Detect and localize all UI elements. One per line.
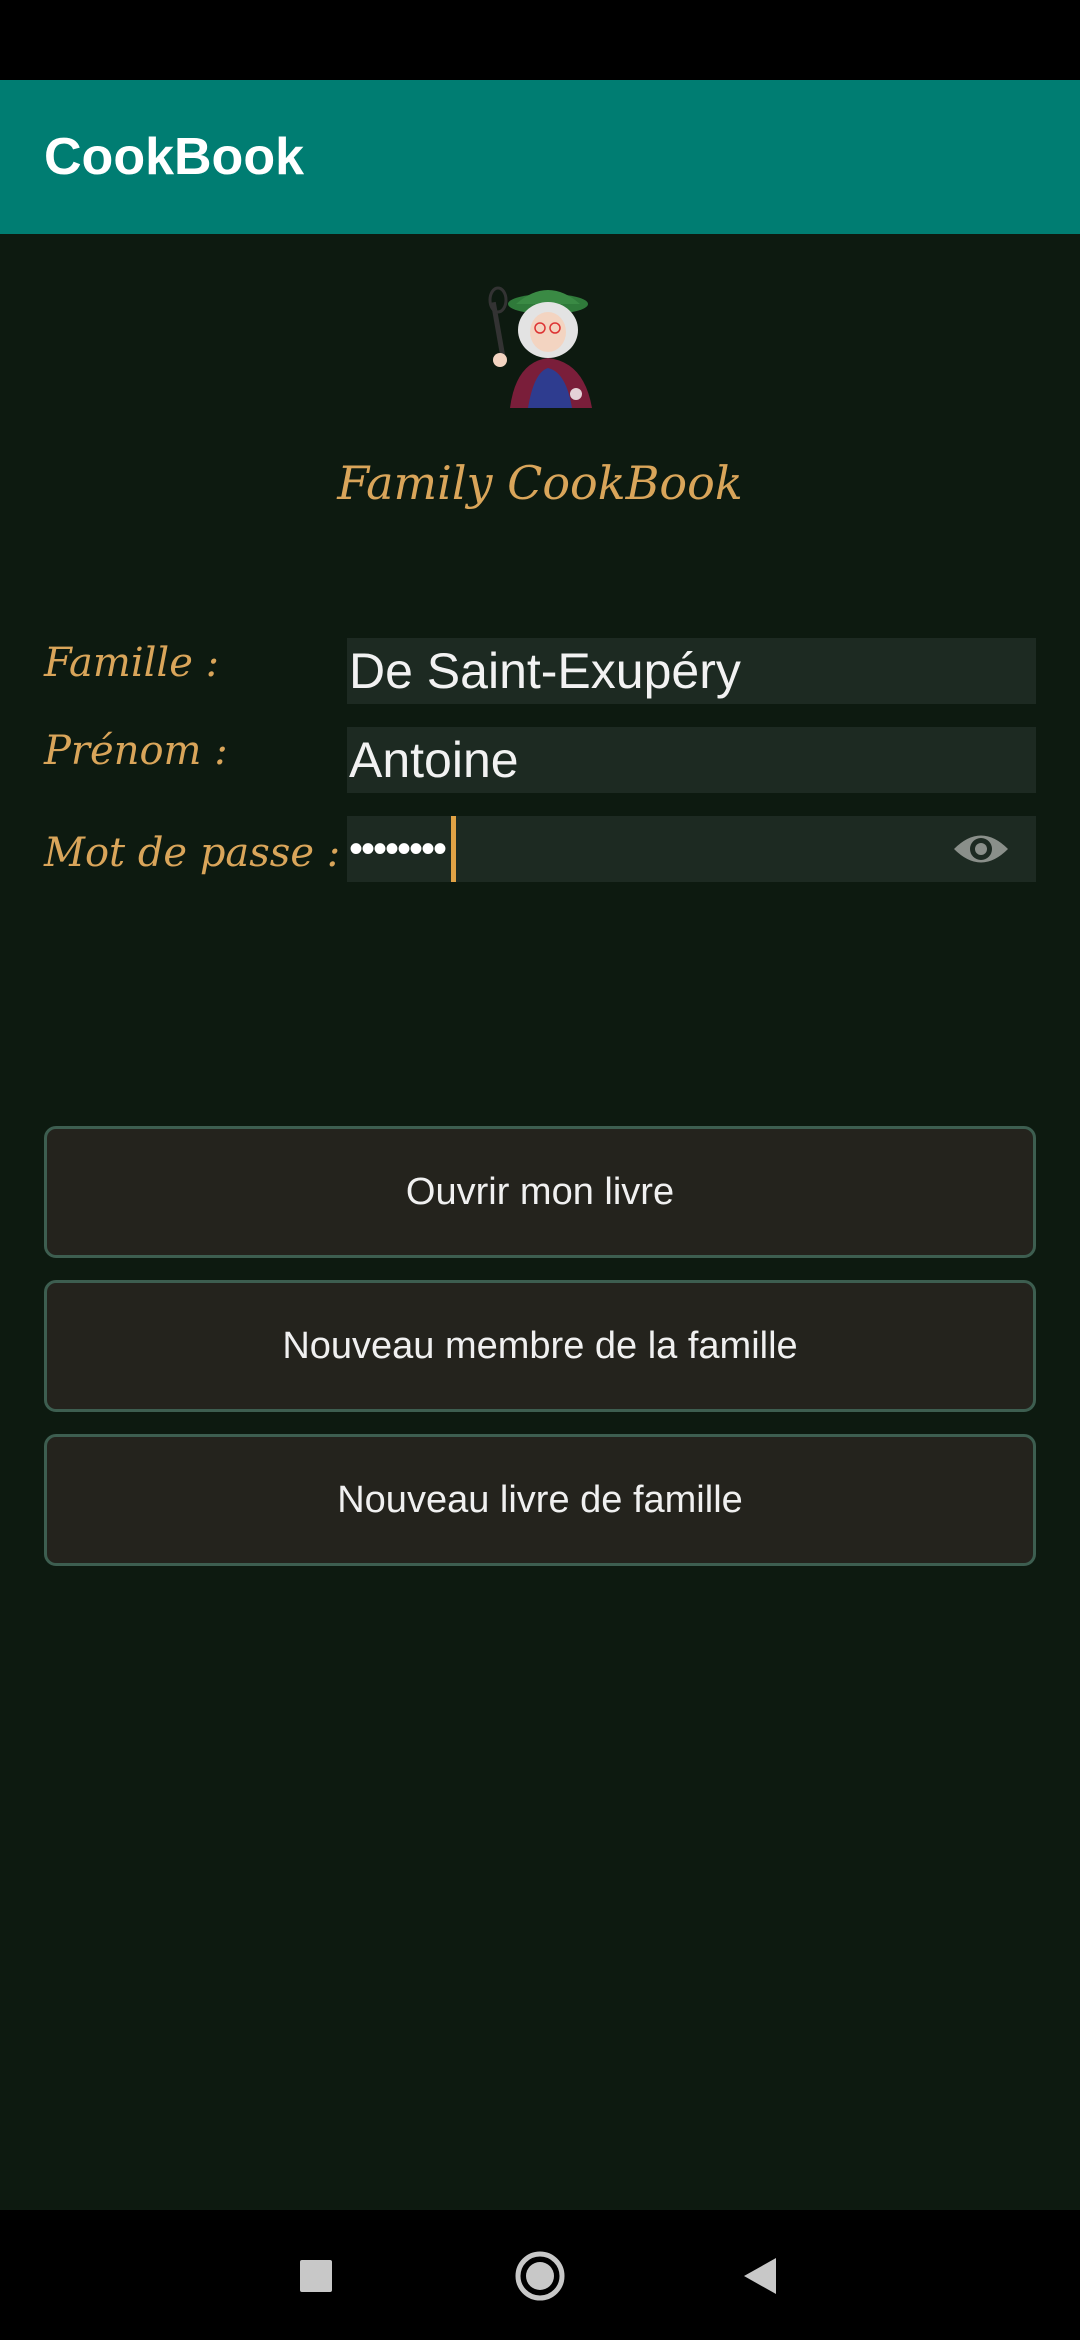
family-field[interactable]: De Saint-Exupéry: [347, 638, 1036, 704]
app-title: CookBook: [44, 128, 304, 186]
status-bar: [0, 0, 1080, 80]
brand-title: Family CookBook: [337, 456, 743, 510]
app-bar: CookBook: [0, 80, 1080, 234]
square-icon[interactable]: [300, 2260, 332, 2292]
password-value: ••••••••: [349, 826, 447, 871]
firstname-field[interactable]: Antoine: [347, 727, 1036, 793]
text-cursor: [451, 816, 457, 882]
triangle-back-icon[interactable]: [742, 2256, 778, 2296]
password-label: Mot de passe :: [44, 830, 341, 876]
grandma-chef-logo: [488, 286, 592, 408]
eye-icon[interactable]: [952, 828, 1010, 870]
circle-icon[interactable]: [514, 2250, 566, 2302]
family-value: De Saint-Exupéry: [349, 643, 741, 699]
system-nav-bar: [0, 2210, 1080, 2340]
open-book-button[interactable]: Ouvrir mon livre: [44, 1126, 1036, 1258]
password-field[interactable]: ••••••••: [347, 816, 1036, 882]
new-member-button[interactable]: Nouveau membre de la famille: [44, 1280, 1036, 1412]
family-label: Famille :: [44, 640, 220, 686]
new-family-book-button[interactable]: Nouveau livre de famille: [44, 1434, 1036, 1566]
firstname-value: Antoine: [349, 732, 519, 788]
login-screen: Family CookBook Famille : De Saint-Exupé…: [0, 234, 1080, 2210]
firstname-label: Prénom :: [44, 728, 228, 774]
